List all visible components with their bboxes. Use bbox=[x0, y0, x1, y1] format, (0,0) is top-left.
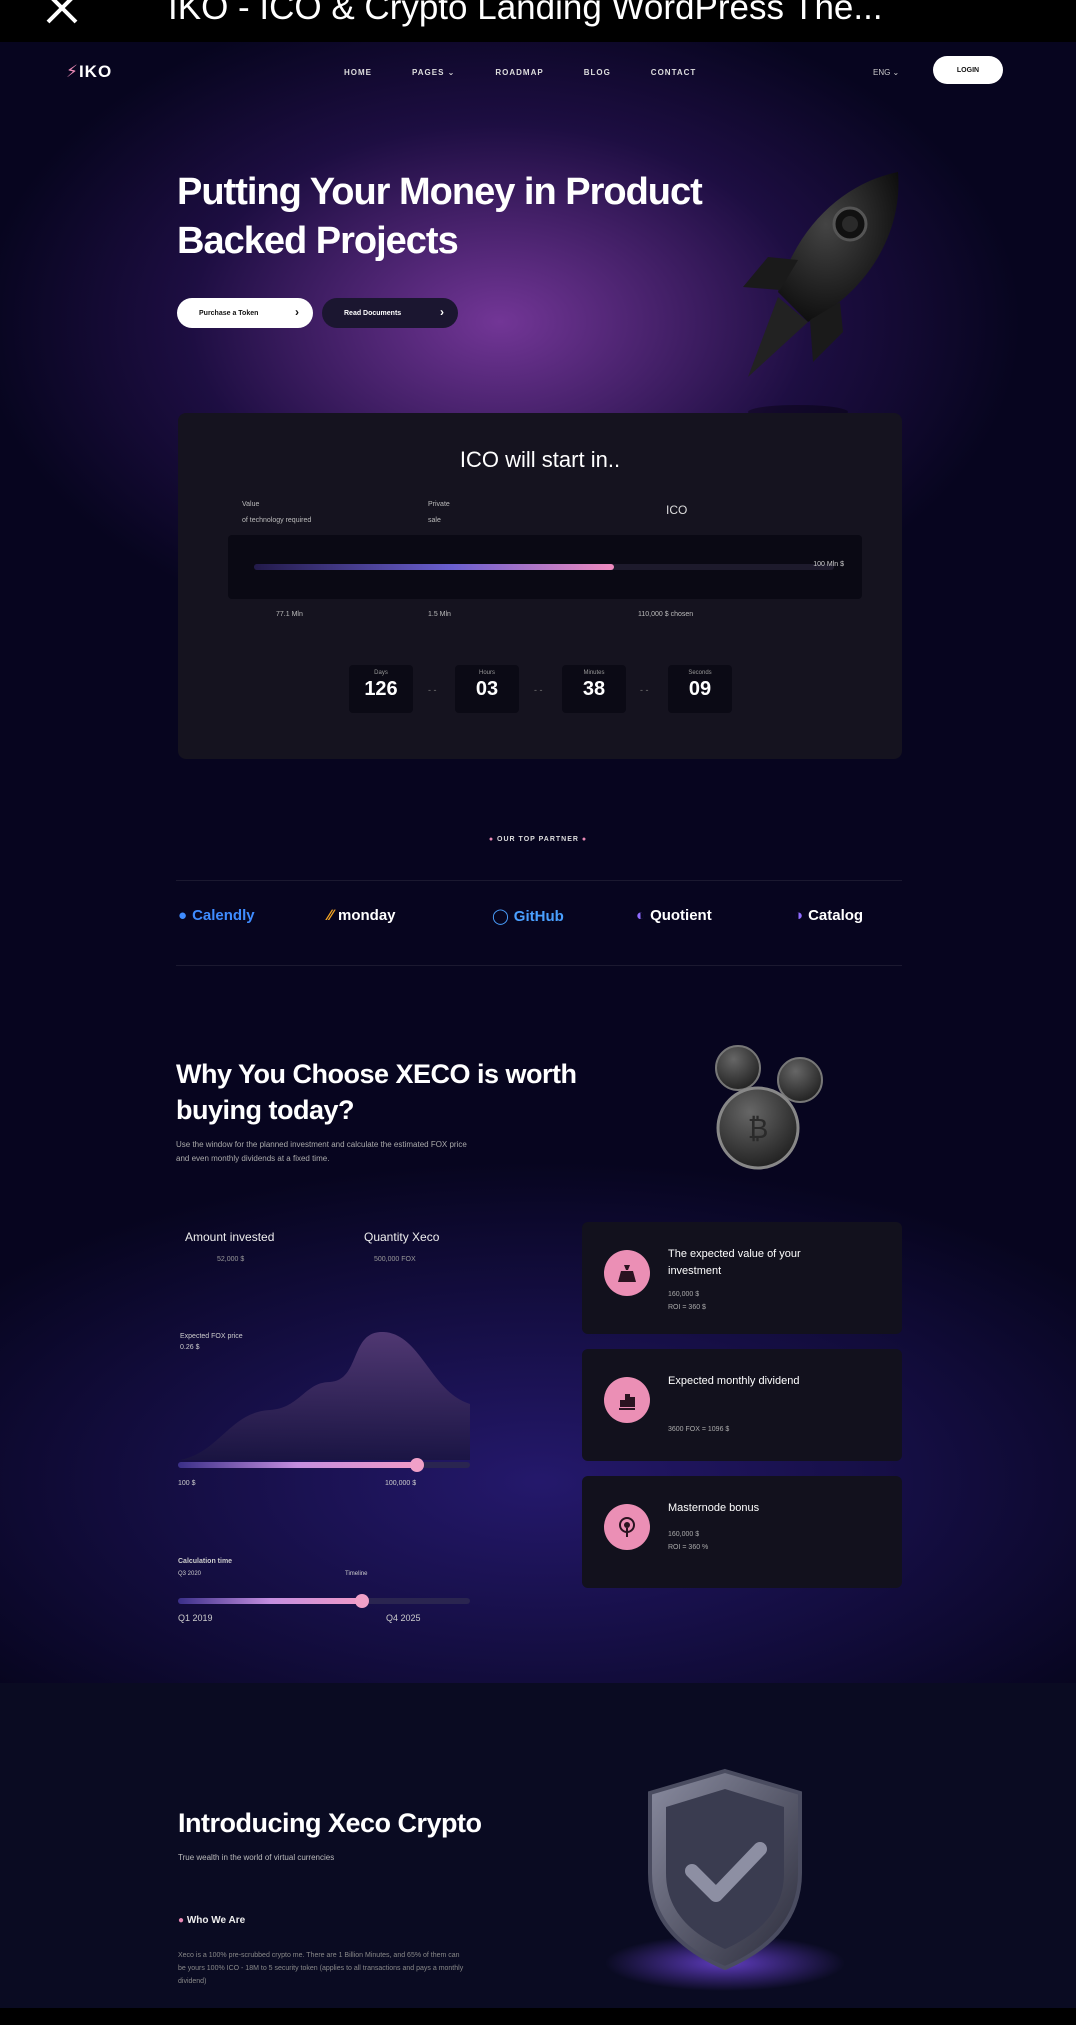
countdown-separator: - - bbox=[640, 685, 649, 695]
broadcast-icon bbox=[604, 1504, 650, 1550]
feature-title: The expected value of your investment bbox=[668, 1248, 801, 1277]
read-documents-button[interactable]: Read Documents › bbox=[322, 298, 458, 328]
feature-line: 160,000 $ bbox=[668, 1291, 700, 1298]
window-title: IKO - ICO & Crypto Landing WordPress The… bbox=[168, 0, 883, 27]
progress-max-label: 100 Mln $ bbox=[813, 561, 844, 568]
label-ico: ICO bbox=[666, 503, 688, 517]
timeline-from: Q1 2019 bbox=[178, 1613, 213, 1623]
menu-item-blog[interactable]: BLOG bbox=[584, 68, 611, 77]
main-menu: HOME PAGES ⌄ ROADMAP BLOG CONTACT bbox=[344, 68, 696, 77]
money-bag-icon bbox=[604, 1250, 650, 1296]
login-button[interactable]: LOGIN bbox=[933, 56, 1003, 84]
chevron-right-icon: › bbox=[295, 305, 299, 319]
why-heading: Why You Choose XECO is worth buying toda… bbox=[176, 1059, 577, 1125]
range-fill bbox=[178, 1462, 418, 1468]
quantity-value[interactable]: 500,000 FOX bbox=[374, 1256, 416, 1263]
partners-label: ● OUR TOP PARTNER ● bbox=[488, 836, 588, 843]
dot-icon: ● bbox=[488, 836, 495, 843]
intro-section: Introducing Xeco Crypto True wealth in t… bbox=[0, 1683, 1076, 2008]
menu-item-home[interactable]: HOME bbox=[344, 68, 372, 77]
feature-line: ROI = 360 % bbox=[668, 1544, 709, 1551]
feature-line: 3600 FOX = 1096 $ bbox=[668, 1426, 730, 1433]
progress-fill bbox=[254, 564, 614, 570]
who-we-are-label: ● Who We Are bbox=[178, 1915, 246, 1926]
logo[interactable]: ⚡IKO bbox=[66, 62, 112, 82]
feature-line: ROI = 360 $ bbox=[668, 1304, 706, 1311]
quotient-icon: ◐ bbox=[636, 907, 646, 924]
amount-range-slider[interactable] bbox=[178, 1458, 470, 1472]
timeline-label: Timeline bbox=[345, 1571, 368, 1577]
menu-item-roadmap[interactable]: ROADMAP bbox=[495, 68, 543, 77]
intro-paragraph: Xeco is a 100% pre-scrubbed crypto me. T… bbox=[178, 1952, 464, 1985]
rocket-illustration bbox=[743, 172, 899, 419]
github-icon: ◯ bbox=[492, 908, 509, 925]
progress-mark-2: 1.5 Mln bbox=[428, 611, 451, 618]
intro-heading: Introducing Xeco Crypto bbox=[178, 1808, 482, 1838]
hero-heading: Putting Your Money in Product Backed Pro… bbox=[177, 171, 703, 262]
label-private-sale: Private sale bbox=[428, 501, 450, 524]
partner-monday[interactable]: ∕∕ monday bbox=[328, 907, 396, 924]
range-knob[interactable] bbox=[410, 1458, 425, 1472]
svg-text:₿: ₿ bbox=[748, 1112, 769, 1145]
timeline-to: Q4 2025 bbox=[386, 1613, 421, 1623]
dot-icon: ● bbox=[581, 836, 588, 843]
window-titlebar: IKO - ICO & Crypto Landing WordPress The… bbox=[0, 0, 1076, 42]
timeline-slider[interactable] bbox=[178, 1594, 470, 1608]
timeline-knob[interactable] bbox=[354, 1594, 369, 1608]
calculation-time-value: Q3 2020 bbox=[178, 1571, 202, 1577]
purchase-token-button[interactable]: Purchase a Token › bbox=[177, 298, 313, 328]
partners-row: ● Calendly ∕∕ monday ◯ GitHub ◐ Quotient ◑ Ca… bbox=[176, 880, 902, 966]
dot-icon: ● bbox=[178, 1915, 185, 1926]
timeline-fill bbox=[178, 1598, 362, 1604]
feature-card-masternode: Masternode bonus 160,000 $ ROI = 360 % bbox=[582, 1476, 902, 1588]
ico-title: ICO will start in.. bbox=[459, 447, 621, 472]
countdown-hours: Hours 03 bbox=[455, 665, 519, 713]
calculation-time-label: Calculation time bbox=[178, 1558, 233, 1565]
chevron-right-icon: › bbox=[440, 305, 444, 319]
progress-mark-3: 110,000 $ chosen bbox=[638, 611, 694, 618]
feature-line: 160,000 $ bbox=[668, 1531, 700, 1538]
shield-check-illustration bbox=[605, 1768, 845, 1991]
ico-progress: 100 Mln $ bbox=[228, 535, 862, 599]
progress-track bbox=[254, 564, 834, 570]
intro-description: True wealth in the world of virtual curr… bbox=[178, 1853, 335, 1862]
partner-catalog[interactable]: ◑ Catalog bbox=[794, 907, 863, 924]
progress-mark-1: 77.1 Mln bbox=[276, 611, 303, 618]
countdown-seconds: Seconds 09 bbox=[668, 665, 732, 713]
partner-calendly[interactable]: ● Calendly bbox=[178, 907, 255, 924]
range-min: 100 $ bbox=[178, 1480, 196, 1487]
feature-title: Masternode bonus bbox=[668, 1502, 760, 1514]
feature-card-investment: The expected value of your investment 16… bbox=[582, 1222, 902, 1334]
close-icon[interactable] bbox=[42, 0, 82, 28]
catalog-icon: ◑ bbox=[794, 907, 804, 924]
menu-item-pages[interactable]: PAGES ⌄ bbox=[412, 68, 455, 77]
countdown-days: Days 126 bbox=[349, 665, 413, 713]
why-description: Use the window for the planned investmen… bbox=[176, 1140, 467, 1163]
range-max: 100,000 $ bbox=[385, 1480, 417, 1487]
feature-card-dividend: Expected monthly dividend 3600 FOX = 109… bbox=[582, 1349, 902, 1461]
amount-invested-label: Amount invested bbox=[185, 1230, 275, 1244]
label-value: Value of technology required bbox=[242, 501, 312, 524]
amount-invested-value[interactable]: 52,000 $ bbox=[217, 1256, 244, 1263]
calendly-icon: ● bbox=[178, 907, 188, 924]
partner-github[interactable]: ◯ GitHub bbox=[492, 907, 564, 926]
countdown-separator: - - bbox=[534, 685, 543, 695]
navbar: ⚡IKO HOME PAGES ⌄ ROADMAP BLOG CONTACT E… bbox=[0, 42, 1076, 102]
menu-item-contact[interactable]: CONTACT bbox=[651, 68, 697, 77]
partner-quotient[interactable]: ◐ Quotient bbox=[636, 907, 712, 924]
bar-chart-icon bbox=[604, 1377, 650, 1423]
landing-page: ⚡IKO HOME PAGES ⌄ ROADMAP BLOG CONTACT E… bbox=[0, 42, 1076, 2008]
monday-icon: ∕∕ bbox=[328, 907, 334, 924]
quantity-label: Quantity Xeco bbox=[364, 1230, 440, 1244]
coins-illustration: ₿ bbox=[715, 1045, 823, 1170]
feature-title: Expected monthly dividend bbox=[668, 1375, 800, 1387]
language-select[interactable]: ENG ⌄ bbox=[873, 68, 899, 77]
ico-countdown-card: ICO will start in.. Value of technology … bbox=[178, 413, 902, 759]
price-area-chart bbox=[180, 1332, 470, 1460]
countdown-separator: - - bbox=[428, 685, 437, 695]
logo-mark-icon: ⚡ bbox=[66, 62, 79, 81]
bottom-bar bbox=[0, 2008, 1076, 2025]
countdown-minutes: Minutes 38 bbox=[562, 665, 626, 713]
